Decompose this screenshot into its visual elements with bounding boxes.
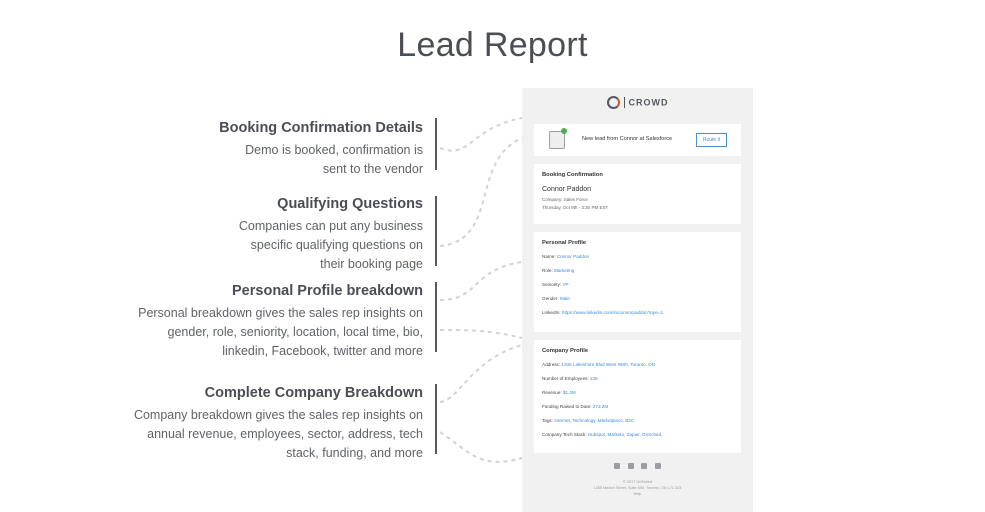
company-row: Tags: Internet, Technology, Marketplace,… xyxy=(542,418,635,423)
youtube-icon[interactable] xyxy=(655,463,662,469)
social-links xyxy=(522,463,753,471)
name-link[interactable]: Connor Paddon xyxy=(557,254,589,259)
twitter-icon[interactable] xyxy=(627,463,634,469)
connector-qualifying xyxy=(439,137,523,247)
booking-heading: Booking Confirmation xyxy=(542,172,603,178)
address-link[interactable]: 1335 Lakeshore Blvd West #600, Toronto, … xyxy=(561,362,655,367)
connector-company-top xyxy=(439,344,523,403)
footer-help-link[interactable]: Help xyxy=(522,491,753,497)
gender-link[interactable]: Male xyxy=(560,296,570,301)
tech-stack-link[interactable]: Hubspot, Marketo, Zapier, OnSched, xyxy=(588,432,663,437)
online-status-icon xyxy=(561,128,567,134)
connector-personal-bottom xyxy=(439,329,523,339)
company-row: Company Tech Stack: Hubspot, Marketo, Za… xyxy=(542,432,663,437)
booking-datetime: Thursday, Oct 9th - 3:30 PM EST xyxy=(542,205,609,210)
connector-lines xyxy=(439,117,523,463)
booking-name: Connor Paddon xyxy=(542,186,592,193)
role-link[interactable]: Marketing xyxy=(554,268,574,273)
profile-row: LinkedIn: https://www.linkedin.com/in/co… xyxy=(542,310,664,315)
email-preview: CROWD New lead from Connor at Salesforce… xyxy=(522,88,753,512)
profile-row: Role: Marketing xyxy=(542,268,575,273)
profile-row: Gender: Male xyxy=(542,296,570,301)
employees-link[interactable]: 128 xyxy=(590,376,598,381)
company-row: Address: 1335 Lakeshore Blvd West #600, … xyxy=(542,362,655,367)
profile-row: Name: Connor Paddon xyxy=(542,254,589,259)
booking-company: Company: Sales Force xyxy=(542,197,588,202)
email-footer: © 2017 OnSched 1355 Market Street, Suite… xyxy=(522,479,753,497)
profile-row: Seniority: VP xyxy=(542,282,569,287)
company-profile-card: Company Profile Address: 1335 Lakeshore … xyxy=(534,340,741,453)
crowd-logo: CROWD xyxy=(522,96,753,109)
notification-message: New lead from Connor at Salesforce xyxy=(582,136,673,142)
funding-link[interactable]: 273.2M xyxy=(593,404,608,409)
tags-link[interactable]: Internet, Technology, Marketplace, B2C xyxy=(554,418,634,423)
notification-card: New lead from Connor at Salesforce Route… xyxy=(534,124,741,156)
connector-company-bottom xyxy=(439,431,523,463)
company-row: Number of Employees: 128 xyxy=(542,376,598,381)
facebook-icon[interactable] xyxy=(613,463,620,469)
company-row: Funding Raised to Date: 273.2M xyxy=(542,404,609,409)
instagram-icon[interactable] xyxy=(641,463,648,469)
linkedin-link[interactable]: https://www.linkedin.com/in/connorpaddon… xyxy=(562,310,663,315)
personal-heading: Personal Profile xyxy=(542,240,587,246)
booking-card: Booking Confirmation Connor Paddon Compa… xyxy=(534,164,741,224)
personal-profile-card: Personal Profile Name: Connor Paddon Rol… xyxy=(534,232,741,332)
connector-personal-top xyxy=(439,261,523,301)
company-row: Revenue: $1.2M xyxy=(542,390,576,395)
g2-logo-icon xyxy=(606,96,620,109)
seniority-link[interactable]: VP xyxy=(562,282,568,287)
company-heading: Company Profile xyxy=(542,348,589,354)
route-it-button[interactable]: Route it xyxy=(696,133,727,147)
revenue-link[interactable]: $1.2M xyxy=(563,390,576,395)
